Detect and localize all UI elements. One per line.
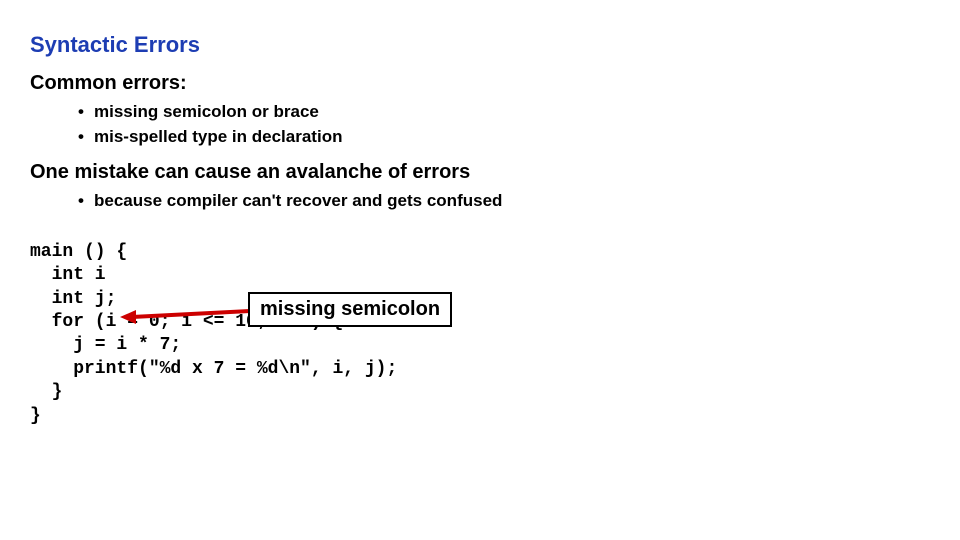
subhead-common-errors: Common errors: <box>30 72 930 95</box>
list-item: missing semicolon or brace <box>78 101 930 124</box>
bullets-avalanche: because compiler can't recover and gets … <box>30 190 930 213</box>
list-item: mis-spelled type in declaration <box>78 126 930 149</box>
slide-title: Syntactic Errors <box>30 32 930 58</box>
list-item: because compiler can't recover and gets … <box>78 190 930 213</box>
slide: Syntactic Errors Common errors: missing … <box>0 0 960 540</box>
subhead-avalanche: One mistake can cause an avalanche of er… <box>30 161 930 184</box>
code-block: main () { int i int j; for (i = 0; i <= … <box>30 241 930 428</box>
callout-missing-semicolon: missing semicolon <box>248 292 452 327</box>
bullets-common-errors: missing semicolon or brace mis-spelled t… <box>30 101 930 149</box>
